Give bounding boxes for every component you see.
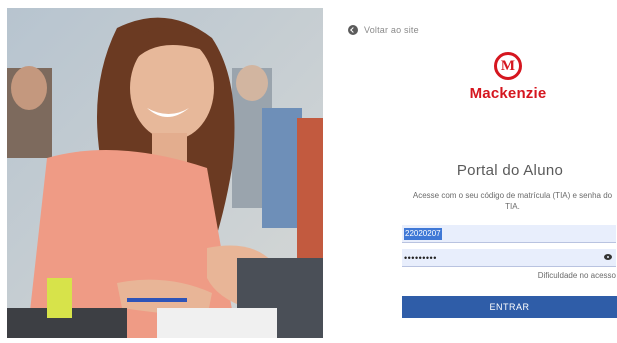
back-arrow-icon (348, 25, 358, 35)
tia-value: 22020207 (404, 227, 442, 240)
mackenzie-logo-mark: M (494, 52, 522, 80)
mackenzie-logo: M Mackenzie (458, 52, 558, 102)
password-value: ••••••••• (404, 252, 437, 263)
password-input[interactable]: ••••••••• (402, 249, 616, 267)
back-to-site-label: Voltar ao site (364, 25, 419, 35)
login-button[interactable]: ENTRAR (402, 296, 617, 318)
page-title: Portal do Aluno (456, 162, 564, 179)
student-photo (7, 8, 323, 338)
eye-icon[interactable] (604, 254, 612, 260)
tia-input[interactable]: 22020207 (402, 225, 616, 243)
mackenzie-logo-name: Mackenzie (469, 85, 547, 102)
back-to-site-link[interactable]: Voltar ao site (348, 23, 419, 37)
access-help-link[interactable]: Dificuldade no acesso (538, 271, 616, 280)
login-panel: Voltar ao site M Mackenzie Portal do Alu… (330, 0, 617, 343)
login-instructions: Acesse com o seu código de matrícula (TI… (412, 191, 613, 211)
